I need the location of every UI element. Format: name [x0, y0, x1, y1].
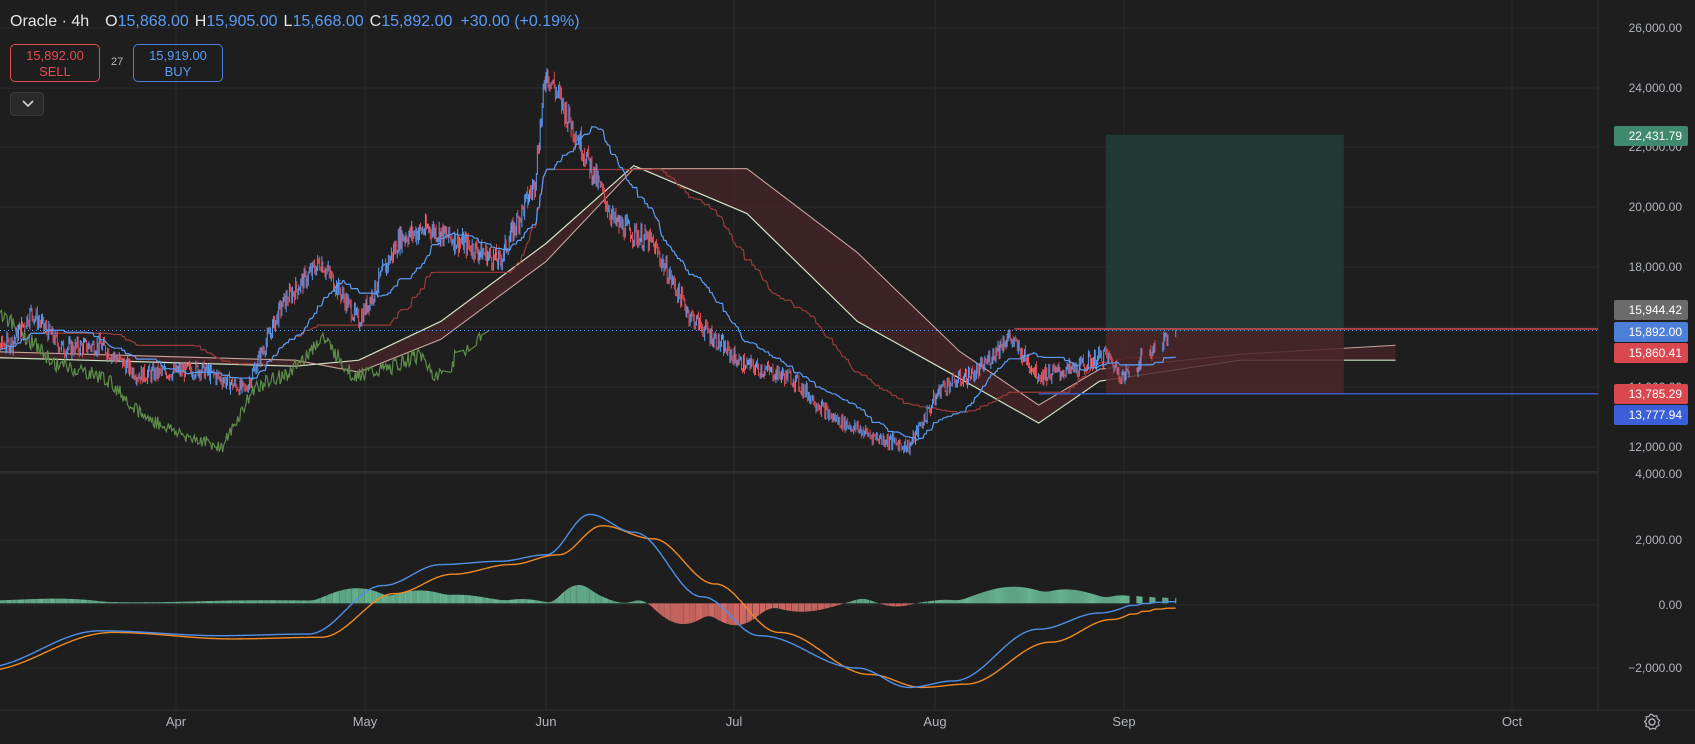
price-label-text: 15,892.00 — [1629, 325, 1683, 339]
close-label: C — [369, 13, 382, 30]
price-tick-label: 18,000.00 — [1629, 260, 1683, 274]
price-axis-label: 13,785.29 — [1614, 384, 1688, 404]
buy-label: BUY — [164, 64, 192, 79]
symbol-title: Oracle · 4h — [10, 13, 90, 30]
price-tick-label: 26,000.00 — [1629, 21, 1683, 35]
sell-button[interactable]: 15,892.00 SELL — [10, 44, 100, 82]
buy-button[interactable]: 15,919.00 BUY — [133, 44, 223, 82]
price-tick-label: 24,000.00 — [1629, 81, 1683, 95]
high-value: 15,905.00 — [206, 13, 278, 30]
position-profit-zone[interactable] — [1105, 134, 1344, 332]
low-label: L — [283, 13, 293, 30]
price-axis-label: 13,777.94 — [1614, 405, 1688, 425]
low-value: 15,668.00 — [292, 13, 364, 30]
time-tick-label: Oct — [1502, 714, 1523, 729]
sell-label: SELL — [39, 64, 71, 79]
time-tick-label: Aug — [923, 714, 946, 729]
change-value: +30.00 (+0.19%) — [460, 13, 580, 30]
price-axis-label: 15,944.42 — [1614, 300, 1688, 320]
chevron-down-icon — [22, 100, 34, 108]
chart-settings-button[interactable] — [1643, 713, 1661, 731]
collapse-legend-button[interactable] — [10, 92, 44, 116]
time-tick-label: Apr — [166, 714, 187, 729]
price-chart[interactable]: 12,000.0014,000.0016,000.0018,000.0020,0… — [0, 0, 1695, 744]
price-label-text: 15,860.41 — [1629, 346, 1683, 360]
macd-tick-label: −2,000.00 — [1628, 661, 1682, 675]
open-value: 15,868.00 — [117, 13, 189, 30]
close-value: 15,892.00 — [381, 13, 453, 30]
sell-price: 15,892.00 — [26, 48, 84, 63]
symbol-legend: Oracle · 4h O 15,868.00 H 15,905.00 L 15,66… — [10, 13, 580, 31]
price-label-text: 15,944.42 — [1629, 303, 1683, 317]
price-label-text: 13,777.94 — [1629, 408, 1683, 422]
price-axis-label: 15,892.00 — [1614, 322, 1688, 342]
macd-tick-label: 4,000.00 — [1635, 467, 1682, 481]
price-axis-label: 22,431.79 — [1614, 126, 1688, 146]
spread-value: 27 — [111, 56, 124, 68]
price-tick-label: 12,000.00 — [1629, 440, 1683, 454]
price-label-text: 22,431.79 — [1629, 129, 1683, 143]
time-tick-label: Jun — [536, 714, 557, 729]
gear-icon — [1643, 713, 1661, 731]
price-axis-label: 15,860.41 — [1614, 343, 1688, 363]
time-tick-label: Jul — [726, 714, 743, 729]
open-label: O — [105, 13, 118, 30]
time-tick-label: May — [353, 714, 378, 729]
buy-price: 15,919.00 — [149, 48, 207, 63]
chart-background — [0, 0, 1695, 744]
time-tick-label: Sep — [1112, 714, 1135, 729]
macd-tick-label: 0.00 — [1659, 598, 1683, 612]
macd-tick-label: 2,000.00 — [1635, 533, 1682, 547]
high-label: H — [194, 13, 207, 30]
price-tick-label: 20,000.00 — [1629, 200, 1683, 214]
price-label-text: 13,785.29 — [1629, 387, 1683, 401]
